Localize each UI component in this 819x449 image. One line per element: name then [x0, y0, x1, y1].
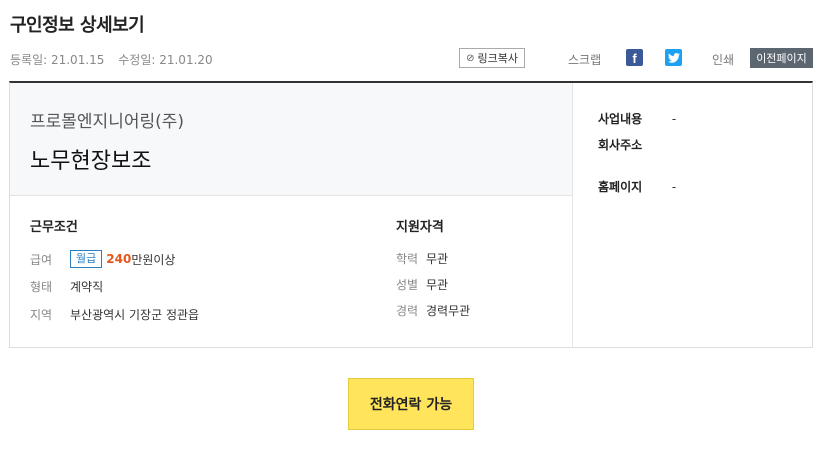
- company-name: 프로몰엔지니어링(주): [30, 112, 185, 132]
- homepage-value: -: [671, 180, 677, 194]
- address-row: 회사주소: [598, 136, 668, 153]
- region-row: 지역 부산광역시 기장군 정관읍: [30, 306, 199, 323]
- salary-row: 급여 월급 240 만원이상: [30, 250, 175, 268]
- education-value: 무관: [426, 252, 449, 266]
- homepage-row: 홈페이지 -: [598, 178, 676, 195]
- page-title: 구인정보 상세보기: [10, 15, 145, 36]
- region-value: 부산광역시 기장군 정관읍: [70, 308, 200, 322]
- company-info: 사업내용 - 회사주소 홈페이지 -: [572, 83, 812, 348]
- salary-type-badge: 월급: [70, 250, 103, 268]
- employment-type-row: 형태 계약직: [30, 278, 103, 295]
- gender-key: 성별: [396, 278, 419, 292]
- homepage-key: 홈페이지: [598, 180, 643, 194]
- job-header: 프로몰엔지니어링(주) 노무현장보조: [10, 83, 572, 196]
- scrap-button[interactable]: 스크랩: [568, 51, 601, 68]
- job-detail-panel: 프로몰엔지니어링(주) 노무현장보조 근무조건 급여 월급 240 만원이상 형…: [9, 81, 813, 348]
- twitter-icon[interactable]: [665, 49, 682, 66]
- gender-value: 무관: [426, 278, 449, 292]
- copy-link-label: 링크복사: [477, 52, 518, 65]
- education-key: 학력: [396, 252, 419, 266]
- education-row: 학력 무관: [396, 250, 448, 267]
- prev-page-button[interactable]: 이전페이지: [750, 48, 813, 68]
- employment-type-value: 계약직: [70, 280, 104, 294]
- qualifications-title: 지원자격: [396, 220, 444, 235]
- salary-key: 급여: [30, 252, 53, 267]
- link-icon: ⊘: [466, 52, 475, 64]
- region-key: 지역: [30, 308, 53, 322]
- phone-contact-button[interactable]: 전화연락 가능: [348, 378, 474, 430]
- employment-type-key: 형태: [30, 280, 53, 294]
- experience-row: 경력 경력무관: [396, 302, 470, 319]
- business-key: 사업내용: [598, 112, 643, 126]
- salary-amount: 240: [106, 252, 132, 266]
- copy-link-button[interactable]: ⊘ 링크복사: [459, 48, 525, 68]
- business-row: 사업내용 -: [598, 110, 676, 127]
- address-key: 회사주소: [598, 138, 643, 152]
- salary-unit: 만원이상: [131, 252, 176, 267]
- business-value: -: [671, 112, 677, 126]
- gender-row: 성별 무관: [396, 276, 448, 293]
- print-button[interactable]: 인쇄: [712, 51, 734, 68]
- experience-value: 경력무관: [426, 304, 471, 318]
- action-bar: ⊘ 링크복사 스크랩 f 인쇄 이전페이지: [0, 48, 819, 70]
- work-conditions-title: 근무조건: [30, 220, 78, 235]
- facebook-icon[interactable]: f: [626, 49, 643, 66]
- job-title: 노무현장보조: [30, 149, 152, 174]
- experience-key: 경력: [396, 304, 419, 318]
